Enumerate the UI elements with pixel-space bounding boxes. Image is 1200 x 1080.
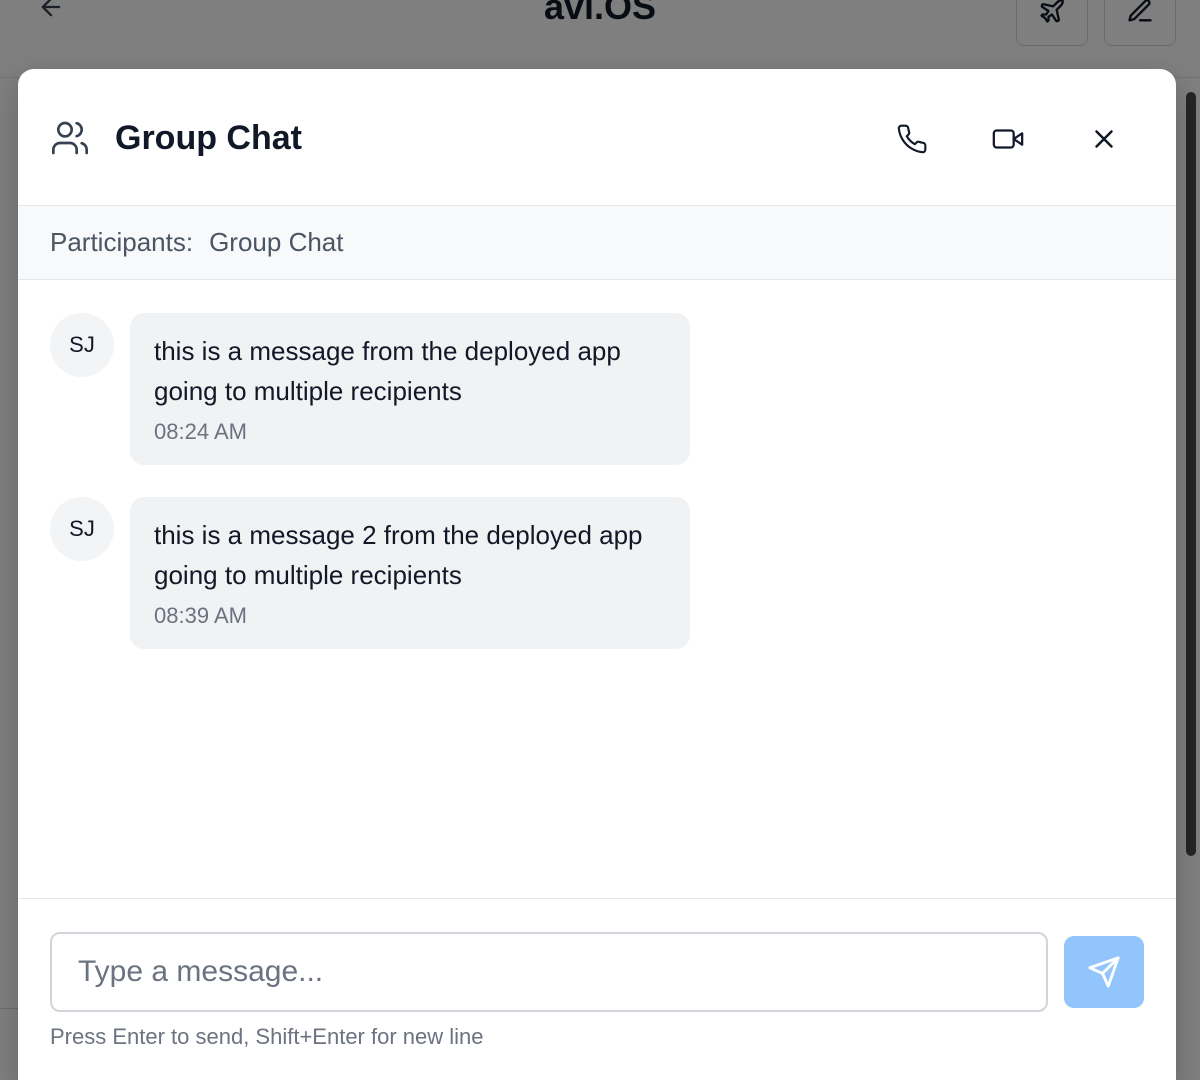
send-button[interactable] [1064, 936, 1144, 1008]
message-composer: Press Enter to send, Shift+Enter for new… [18, 898, 1176, 1080]
composer-hint: Press Enter to send, Shift+Enter for new… [50, 1024, 484, 1049]
send-icon [1088, 956, 1120, 988]
message-input[interactable] [50, 932, 1048, 1012]
avatar: SJ [50, 313, 114, 377]
participants-bar: Participants: Group Chat [18, 206, 1176, 280]
message-bubble: this is a message 2 from the deployed ap… [130, 497, 690, 649]
message-bubble: this is a message from the deployed app … [130, 313, 690, 465]
avatar: SJ [50, 497, 114, 561]
close-icon [1095, 130, 1113, 148]
message-time: 08:24 AM [154, 419, 247, 444]
message-text: this is a message 2 from the deployed ap… [154, 520, 643, 590]
message-list: SJ this is a message from the deployed a… [18, 280, 1176, 898]
modal-header: Group Chat [18, 69, 1176, 206]
video-icon [992, 129, 1024, 149]
message-time: 08:39 AM [154, 603, 247, 628]
message-text: this is a message from the deployed app … [154, 336, 621, 406]
call-button[interactable] [890, 117, 934, 161]
group-chat-modal: Group Chat Participants: Group Chat SJ t… [18, 69, 1176, 1080]
video-call-button[interactable] [986, 117, 1030, 161]
phone-icon [897, 124, 927, 154]
close-button[interactable] [1082, 117, 1126, 161]
modal-title: Group Chat [115, 119, 302, 157]
participants-value: Group Chat [209, 227, 344, 257]
participants-label: Participants: [50, 227, 194, 257]
users-icon [50, 118, 90, 158]
